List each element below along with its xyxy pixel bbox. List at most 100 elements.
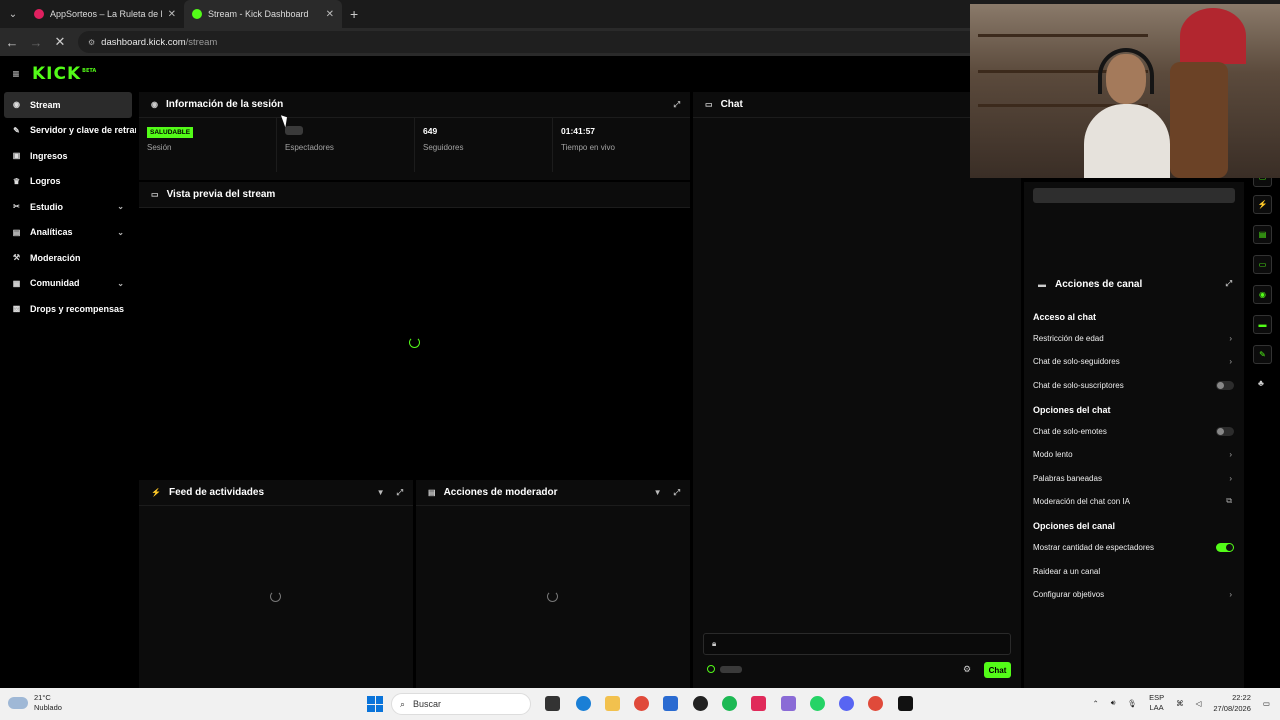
sidebar-item-community[interactable]: ▦ Comunidad ⌄ [0,271,136,297]
chat-send-button[interactable]: Chat [984,662,1011,678]
sidebar-item-stream[interactable]: ◉ Stream [4,92,132,118]
rail-chat-icon[interactable]: ▭ [1253,255,1272,274]
rail-wrench-icon[interactable]: ✎ [1253,345,1272,364]
close-tab-icon[interactable]: ✕ [326,9,334,20]
panel-title: Acciones de moderador [443,487,558,498]
stat-followers: 649 Seguidores [415,118,553,172]
expand-icon[interactable]: ⤢ [674,100,680,110]
obs-icon[interactable] [693,696,708,711]
loading-spinner [409,337,420,348]
sidebar-item-analytics[interactable]: ▤ Analíticas ⌄ [0,220,136,246]
microphone-icon[interactable]: 🎙︎ [1128,699,1138,708]
row-label: Chat de solo-suscriptores [1033,380,1124,390]
windows-start-icon[interactable] [367,696,383,712]
rail-box-icon[interactable]: ▬ [1253,315,1272,334]
chevron-right-icon: › [1229,589,1232,599]
hamburger-menu-icon[interactable]: ≡ [0,67,32,81]
browser-tab-kick[interactable]: Stream - Kick Dashboard ✕ [184,0,342,28]
edge-icon[interactable] [576,696,591,711]
discord-icon[interactable] [839,696,854,711]
expand-icon[interactable]: ⤢ [1226,279,1232,289]
sidebar-item-label: Logros [30,176,61,187]
weather-temp: 21°C [34,693,51,702]
row-ai-moderation[interactable]: Moderación del chat con IA ⧉ [1024,490,1244,513]
list-icon: ▤ [428,488,436,497]
section-title: Acceso al chat [1033,312,1097,322]
chrome-icon[interactable] [634,696,649,711]
taskbar-search-input[interactable]: ⌕ Buscar [391,693,531,715]
kick-logo[interactable]: KICKBETA [32,64,96,84]
lightning-icon: ⚡ [151,488,161,497]
rail-users-icon[interactable]: ♣ [1258,378,1264,388]
forward-arrow-icon[interactable]: → [24,35,48,50]
sidebar-item-moderation[interactable]: ⚒ Moderación [0,245,136,271]
spotify-icon[interactable] [722,696,737,711]
shelf-decor [978,34,1148,37]
expand-icon[interactable]: ⤢ [397,488,403,498]
speaker-icon[interactable]: ◁ [1196,699,1202,708]
stat-session: SALUDABLE Sesión [139,118,277,172]
sidebar-item-drops[interactable]: ▩ Drops y recompensas [0,296,136,322]
chair-decor [1170,62,1228,178]
store-icon[interactable] [663,696,678,711]
browser-tab-appsorteos[interactable]: AppSorteos – La Ruleta de la Su ✕ [26,0,184,28]
status-badge: SALUDABLE [147,127,194,138]
row-label: Chat de solo-seguidores [1033,357,1120,367]
sidebar-item-achievements[interactable]: ♛ Logros [0,169,136,195]
chrome-profile-icon[interactable] [868,696,883,711]
row-age-restriction[interactable]: Restricción de edad › [1024,327,1244,350]
row-raid-channel[interactable]: Raidear a un canal [1024,559,1244,582]
whatsapp-icon[interactable] [810,696,825,711]
tiktok-icon[interactable] [751,696,766,711]
session-info-panel: ◉ Información de la sesión ⤢ SALUDABLE S… [139,92,690,180]
loading-skeleton [720,666,742,673]
rail-lightning-icon[interactable]: ⚡ [1253,195,1272,214]
row-followers-only[interactable]: Chat de solo-seguidores › [1024,350,1244,373]
rail-record-icon[interactable]: ◉ [1253,285,1272,304]
network-icon[interactable]: ⌘ [1176,699,1184,708]
rail-list-icon[interactable]: ▤ [1253,225,1272,244]
row-subscribers-only: Chat de solo-suscriptores [1024,374,1244,397]
panel-title: Información de la sesión [165,99,284,110]
sidebar-item-studio[interactable]: ✂ Estudio ⌄ [0,194,136,220]
row-configure-goals[interactable]: Configurar objetivos › [1024,583,1244,606]
row-slow-mode[interactable]: Modo lento › [1024,443,1244,466]
community-icon: ▦ [12,278,21,288]
close-tab-icon[interactable]: ✕ [168,9,176,20]
record-icon: ◉ [13,100,20,110]
back-arrow-icon[interactable]: ← [0,35,24,50]
row-label: Modo lento [1033,450,1073,460]
new-tab-icon[interactable]: + [342,6,366,22]
stop-loading-icon[interactable]: ✕ [48,34,72,50]
emotes-only-toggle[interactable] [1216,427,1234,437]
app-icon[interactable] [781,696,796,711]
stat-value: 649 [423,126,438,136]
capcut-icon[interactable] [898,696,913,711]
chevron-down-icon: ⌄ [117,202,124,212]
language-indicator[interactable]: ESP LAA [1149,693,1164,713]
subscribers-only-toggle[interactable] [1216,380,1234,390]
weather-desc: Nublado [34,703,62,712]
sidebar-item-server-key[interactable]: ✎ Servidor y clave de retransmisión [0,118,136,144]
task-view-icon[interactable] [545,696,560,711]
chat-settings-gear-icon[interactable]: ⚙ [963,664,971,675]
tab-title: Stream - Kick Dashboard [208,9,309,19]
tray-chevron-up-icon[interactable]: ⌃ [1093,699,1099,708]
site-info-icon[interactable]: ⚙ [88,38,95,47]
box-icon: ▬ [1038,279,1046,289]
volume-icon[interactable]: 🔊︎ [1111,698,1116,708]
filter-icon[interactable]: ▼ [377,488,385,498]
weather-widget[interactable]: 21°C Nublado [8,693,62,713]
expand-icon[interactable]: ⤢ [674,488,680,498]
tab-list-chevron-icon[interactable]: ⌄ [0,9,26,20]
system-tray: ⌃ 🔊︎ 🎙︎ ESP LAA ⌘ ◁ 22:22 27/08/2026 ▭ [1093,692,1271,714]
row-banned-words[interactable]: Palabras baneadas › [1024,466,1244,489]
chat-message-input[interactable]: 🔒︎ [703,633,1011,655]
clock[interactable]: 22:22 27/08/2026 [1213,692,1251,714]
file-explorer-icon[interactable] [605,696,620,711]
sidebar-item-income[interactable]: ▣ Ingresos [0,143,136,169]
row-show-viewer-count: Mostrar cantidad de espectadores [1024,536,1244,559]
show-viewer-count-toggle[interactable] [1216,543,1234,553]
notification-icon[interactable]: ▭ [1263,699,1270,708]
filter-icon[interactable]: ▼ [654,488,662,498]
